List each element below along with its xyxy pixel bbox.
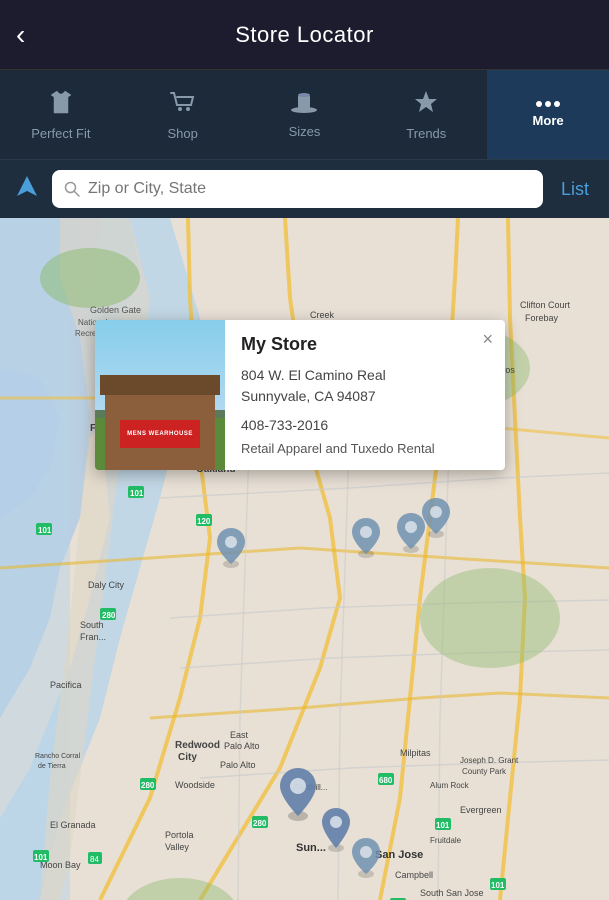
svg-text:Rancho Corral: Rancho Corral — [35, 753, 81, 760]
svg-text:680: 680 — [379, 776, 393, 785]
list-button[interactable]: List — [553, 175, 597, 204]
svg-text:Joseph D. Grant: Joseph D. Grant — [460, 756, 519, 765]
search-input[interactable] — [88, 180, 531, 198]
store-address: 804 W. El Camino Real Sunnyvale, CA 9408… — [241, 365, 489, 407]
tab-more[interactable]: More — [487, 70, 609, 159]
svg-text:Golden Gate: Golden Gate — [90, 305, 141, 315]
tab-trends[interactable]: Trends — [365, 70, 487, 159]
search-input-wrapper — [52, 170, 543, 208]
svg-text:280: 280 — [141, 781, 155, 790]
svg-text:Alum Rock: Alum Rock — [430, 781, 470, 790]
svg-text:280: 280 — [102, 611, 116, 620]
svg-text:84: 84 — [90, 855, 99, 864]
store-image: MENS WEARHOUSE — [95, 320, 225, 470]
svg-text:101: 101 — [491, 881, 505, 890]
popup-content: × My Store 804 W. El Camino Real Sunnyva… — [225, 320, 505, 470]
address-line2: Sunnyvale, CA 94087 — [241, 388, 376, 404]
tab-trends-label: Trends — [406, 126, 446, 141]
svg-text:El Granada: El Granada — [50, 820, 96, 830]
svg-text:Daly City: Daly City — [88, 580, 125, 590]
svg-text:San Jose: San Jose — [375, 849, 423, 861]
hat-icon — [289, 91, 319, 118]
store-popup: MENS WEARHOUSE × My Store 804 W. El Cami… — [95, 320, 505, 470]
svg-text:City: City — [178, 752, 197, 763]
svg-text:101: 101 — [38, 526, 52, 535]
svg-text:280: 280 — [253, 819, 267, 828]
tab-sizes-label: Sizes — [289, 124, 321, 139]
svg-text:Palo Alto: Palo Alto — [224, 741, 260, 751]
svg-text:Creek: Creek — [310, 310, 335, 320]
tab-shop[interactable]: Shop — [122, 70, 244, 159]
svg-text:Milpitas: Milpitas — [400, 748, 431, 758]
store-name: My Store — [241, 334, 489, 355]
svg-text:Evergreen: Evergreen — [460, 805, 502, 815]
search-bar: List — [0, 160, 609, 218]
tab-more-label: More — [533, 113, 564, 128]
page-title: Store Locator — [235, 22, 374, 48]
search-icon — [64, 181, 80, 197]
svg-text:Redwood: Redwood — [175, 740, 220, 751]
dots-icon — [536, 101, 560, 107]
svg-text:de Tierra: de Tierra — [38, 763, 66, 770]
tab-sizes[interactable]: Sizes — [244, 70, 366, 159]
svg-text:Woodside: Woodside — [175, 780, 215, 790]
back-button[interactable]: ‹ — [16, 19, 25, 51]
svg-text:Valley: Valley — [165, 842, 189, 852]
svg-text:120: 120 — [197, 517, 211, 526]
svg-text:101: 101 — [34, 853, 48, 862]
store-phone: 408-733-2016 — [241, 417, 489, 433]
svg-text:101: 101 — [130, 489, 144, 498]
svg-text:Portola: Portola — [165, 830, 194, 840]
svg-text:Palo Alto: Palo Alto — [220, 760, 256, 770]
address-line1: 804 W. El Camino Real — [241, 367, 386, 383]
svg-text:East: East — [230, 730, 249, 740]
header: ‹ Store Locator — [0, 0, 609, 70]
location-button[interactable] — [12, 171, 42, 207]
tab-shop-label: Shop — [168, 126, 198, 141]
star-icon — [413, 89, 439, 120]
svg-text:Sun...: Sun... — [296, 842, 326, 854]
svg-text:Fruitdale: Fruitdale — [430, 836, 462, 845]
svg-text:Forebay: Forebay — [525, 313, 559, 323]
svg-text:Clifton Court: Clifton Court — [520, 300, 571, 310]
popup-close-button[interactable]: × — [482, 330, 493, 348]
tab-perfect-fit-label: Perfect Fit — [31, 126, 90, 141]
svg-text:South San Jose: South San Jose — [420, 888, 484, 898]
map-area: Golden Gate National Recreation Area San… — [0, 218, 609, 900]
svg-text:Fran...: Fran... — [80, 632, 106, 642]
tab-perfect-fit[interactable]: Perfect Fit — [0, 70, 122, 159]
svg-text:Pacifica: Pacifica — [50, 680, 82, 690]
svg-text:South: South — [80, 620, 104, 630]
shirt-icon — [47, 89, 75, 120]
store-sign: MENS WEARHOUSE — [120, 420, 200, 448]
svg-text:Campbell: Campbell — [395, 870, 433, 880]
nav-tabs: Perfect Fit Shop Sizes Trends — [0, 70, 609, 160]
store-type: Retail Apparel and Tuxedo Rental — [241, 441, 489, 456]
cart-icon — [169, 89, 197, 120]
svg-text:County Park: County Park — [462, 767, 507, 776]
svg-text:101: 101 — [436, 821, 450, 830]
